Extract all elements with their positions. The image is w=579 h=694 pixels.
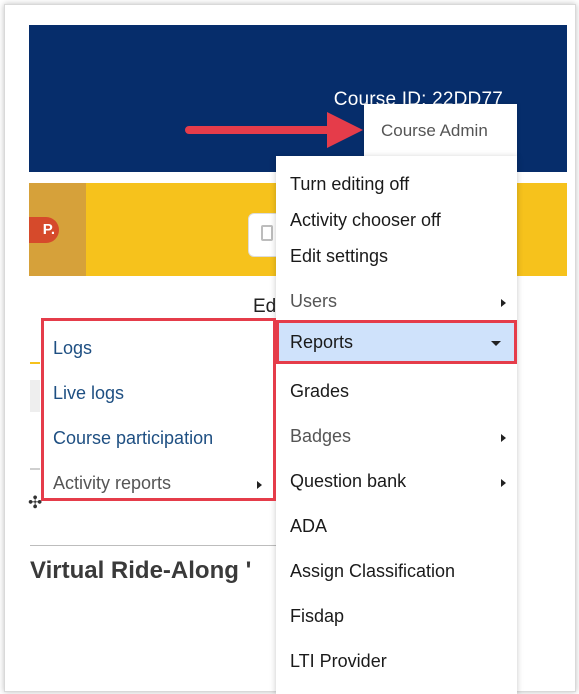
section-title: Virtual Ride-Along ' <box>30 557 252 584</box>
submenu-item-course-participation[interactable]: Course participation <box>44 418 273 452</box>
menu-item-activity-chooser-off[interactable]: Activity chooser off <box>276 198 517 234</box>
chevron-right-icon <box>501 479 506 487</box>
brand-logo: P. <box>29 217 59 243</box>
submenu-item-logs[interactable]: Logs <box>44 328 273 362</box>
chevron-down-icon <box>491 341 501 346</box>
chevron-right-icon <box>501 299 506 307</box>
menu-item-grades[interactable]: Grades <box>276 369 517 405</box>
menu-item-edit-settings[interactable]: Edit settings <box>276 234 517 270</box>
menu-item-lti-provider[interactable]: LTI Provider <box>276 639 517 675</box>
chevron-right-icon <box>257 481 262 489</box>
submenu-item-live-logs[interactable]: Live logs <box>44 373 273 407</box>
submenu-item-activity-reports[interactable]: Activity reports <box>44 463 273 497</box>
menu-item-assign-classification[interactable]: Assign Classification <box>276 549 517 585</box>
menu-item-users[interactable]: Users <box>276 279 517 315</box>
menu-item-reports[interactable]: Reports <box>276 320 517 364</box>
hidden-content-block <box>30 380 40 412</box>
partial-heading: Ed <box>253 296 277 317</box>
section-divider <box>30 545 276 546</box>
course-admin-menu: Turn editing off Activity chooser off Ed… <box>276 156 517 694</box>
tab-underline <box>30 362 40 364</box>
menu-item-fisdap[interactable]: Fisdap <box>276 594 517 630</box>
hidden-content-divider <box>30 468 40 470</box>
menu-item-turn-editing-off[interactable]: Turn editing off <box>276 162 517 198</box>
lock-icon <box>261 225 273 241</box>
annotation-arrow-icon <box>185 112 363 148</box>
menu-item-ada[interactable]: ADA <box>276 504 517 540</box>
reports-submenu: Logs Live logs Course participation Acti… <box>41 318 276 501</box>
menu-item-badges[interactable]: Badges <box>276 414 517 450</box>
course-admin-menu-trigger[interactable]: Course Admin <box>364 104 517 158</box>
course-admin-label: Course Admin <box>381 121 488 140</box>
chevron-right-icon <box>501 434 506 442</box>
menu-item-question-bank[interactable]: Question bank <box>276 459 517 495</box>
